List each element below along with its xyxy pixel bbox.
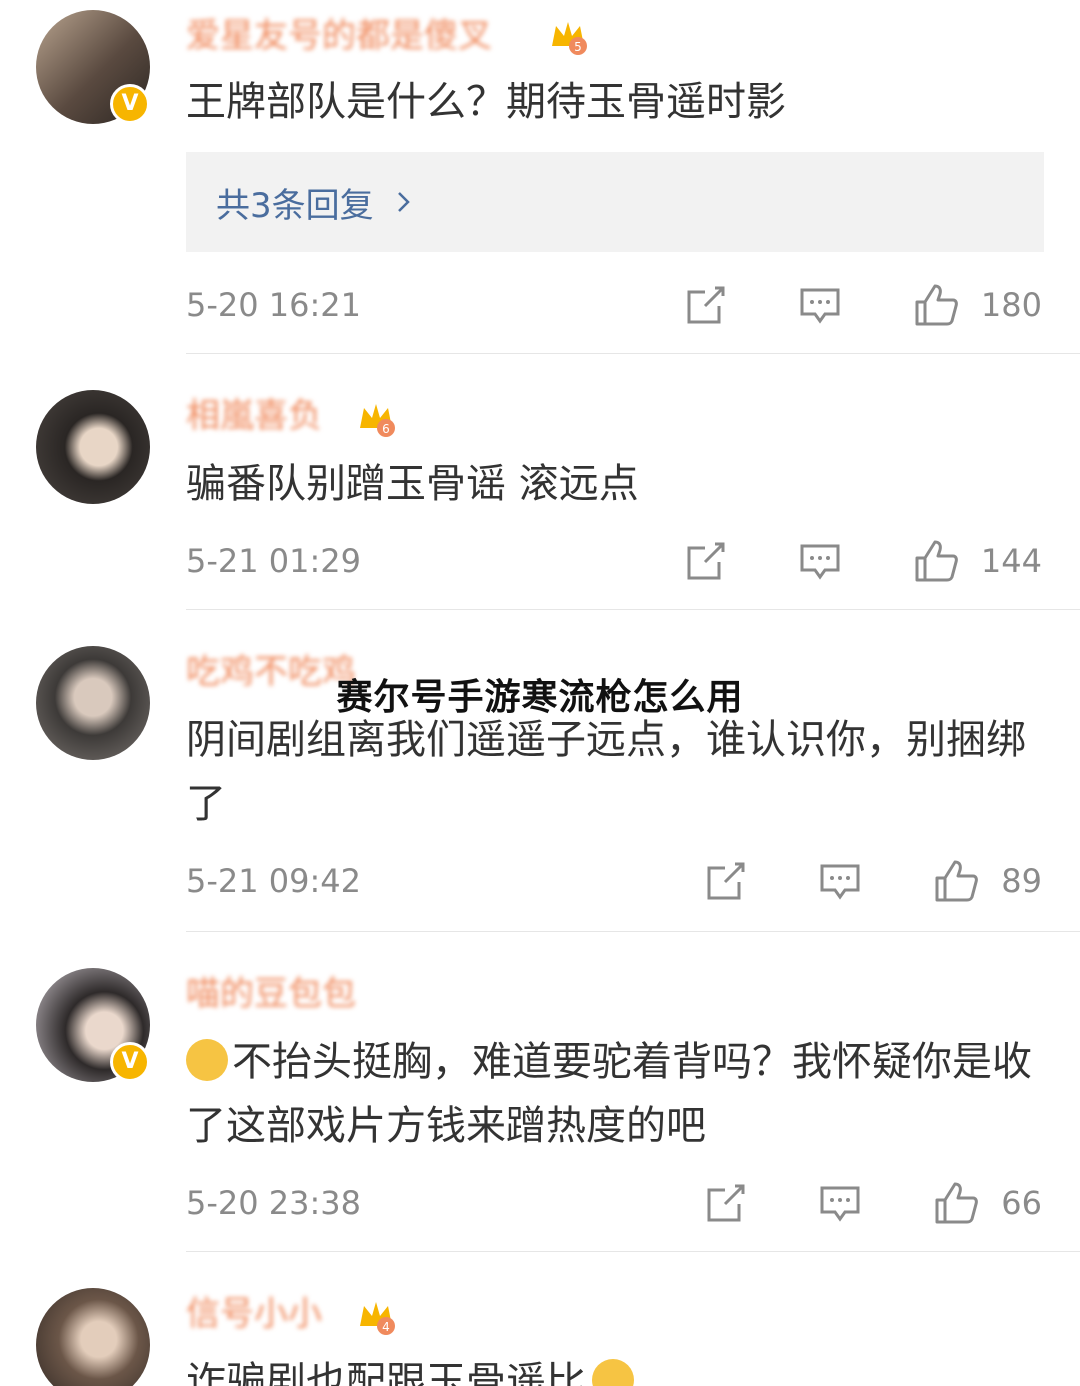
share-button[interactable] (705, 1182, 747, 1224)
comment-3: 吃鸡不吃鸡 阴间剧组离我们遥遥子远点，谁认识你，别捆绑了 5-21 09:42 … (0, 610, 1080, 932)
crown-badge-icon: 6 (360, 404, 395, 437)
like-count: 144 (980, 542, 1042, 580)
comment-body: 不抬头挺胸，难道要驼着背吗？我怀疑你是收了这部戏片方钱来蹭热度的吧 (186, 1039, 1032, 1149)
comment-5: 信号小小 4 诈骗剧也配跟玉骨遥比 (0, 1252, 1080, 1386)
comment-text: 王牌部队是什么？期待玉骨遥时影 (186, 79, 786, 125)
timestamp: 5-20 23:38 (186, 1184, 362, 1222)
crown-badge-icon: 4 (360, 1302, 395, 1335)
share-button[interactable] (705, 860, 747, 902)
comment-4: V 喵的豆包包 不抬头挺胸，难道要驼着背吗？我怀疑你是收了这部戏片方钱来蹭热度的… (0, 932, 1080, 1252)
action-bar: 180 (613, 282, 1042, 328)
like-icon (915, 540, 958, 582)
comment-button[interactable] (799, 540, 841, 582)
action-bar: 89 (633, 858, 1042, 904)
avatar[interactable] (36, 390, 150, 504)
comment-icon (800, 288, 840, 324)
verified-icon: V (110, 84, 150, 124)
share-icon (687, 286, 725, 324)
crown-badge-icon: 5 (552, 22, 587, 55)
comment-icon (800, 544, 840, 580)
username[interactable]: 爱星友号的都是傻叉 (186, 14, 492, 58)
comment-icon (820, 864, 860, 900)
svg-text:6: 6 (382, 422, 390, 436)
comment-2: 相嵐喜负 6 骗番队别蹭玉骨谣 滚远点 5-21 01:29 144 (0, 354, 1080, 610)
action-bar: 144 (613, 538, 1042, 584)
chevron-right-icon (397, 192, 410, 212)
comment-text: 不抬头挺胸，难道要驼着背吗？我怀疑你是收了这部戏片方钱来蹭热度的吧 (186, 1030, 1040, 1158)
share-icon (707, 862, 745, 900)
comment-button[interactable] (819, 1182, 861, 1224)
comment-button[interactable] (819, 860, 861, 902)
like-count: 89 (1001, 862, 1042, 900)
username[interactable]: 信号小小 (186, 1292, 322, 1336)
replies-link[interactable]: 共3条回复 (186, 152, 1044, 252)
comment-body: 诈骗剧也配跟玉骨遥比 (186, 1359, 586, 1386)
share-icon (687, 542, 725, 580)
overlay-title: 赛尔号手游寒流枪怎么用 (336, 677, 744, 718)
like-button[interactable]: 89 (933, 858, 1042, 904)
timestamp: 5-20 16:21 (186, 286, 362, 324)
like-button[interactable]: 180 (913, 282, 1042, 328)
verified-icon: V (110, 1042, 150, 1082)
like-icon (935, 860, 979, 902)
share-button[interactable] (685, 540, 727, 582)
username[interactable]: 相嵐喜负 (186, 394, 322, 438)
comment-text: 阴间剧组离我们遥遥子远点，谁认识你，别捆绑了 (186, 717, 1026, 827)
like-button[interactable]: 66 (933, 1180, 1042, 1226)
comment-text: 诈骗剧也配跟玉骨遥比 (186, 1350, 1040, 1386)
comment-1: V 爱星友号的都是傻叉 5 王牌部队是什么？期待玉骨遥时影 共3条回复 5-20… (0, 0, 1080, 354)
like-count: 180 (980, 286, 1042, 324)
share-button[interactable] (685, 284, 727, 326)
avatar[interactable] (36, 1288, 150, 1386)
like-icon (915, 284, 958, 326)
comment-text: 骗番队别蹭玉骨谣 滚远点 (186, 461, 639, 507)
sweat-emoji-icon (186, 1039, 228, 1081)
comment-icon (820, 1186, 860, 1222)
like-count: 66 (1001, 1184, 1042, 1222)
action-bar: 66 (633, 1180, 1042, 1226)
timestamp: 5-21 01:29 (186, 542, 362, 580)
share-icon (707, 1184, 745, 1222)
comment-button[interactable] (799, 284, 841, 326)
svg-text:5: 5 (574, 40, 582, 54)
thinking-emoji-icon (592, 1359, 634, 1386)
timestamp: 5-21 09:42 (186, 862, 362, 900)
svg-text:4: 4 (382, 1320, 390, 1334)
like-button[interactable]: 144 (913, 538, 1042, 584)
like-icon (935, 1182, 979, 1224)
username[interactable]: 喵的豆包包 (186, 972, 356, 1016)
replies-label: 共3条回复 (216, 185, 374, 226)
